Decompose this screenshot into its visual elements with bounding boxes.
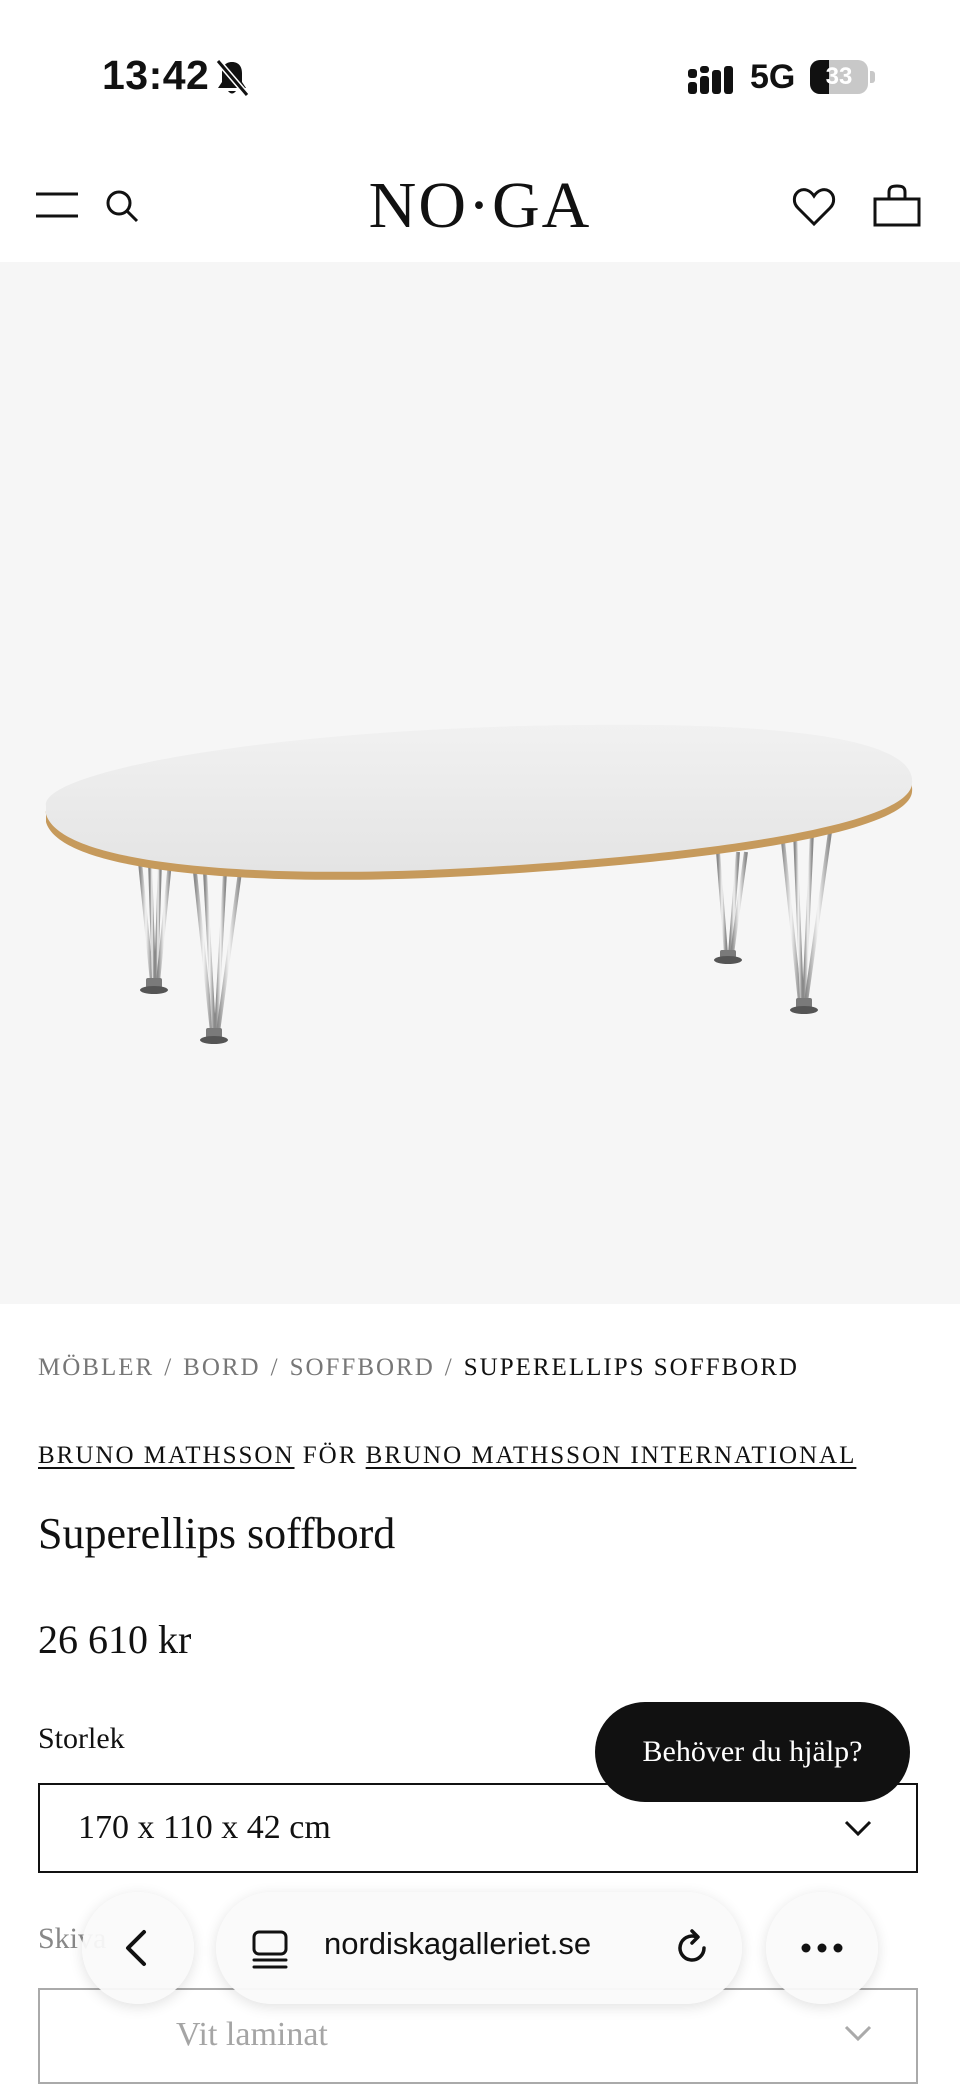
shopping-bag-icon[interactable] — [872, 184, 922, 228]
battery-icon: 33 — [810, 60, 876, 94]
signal-bars-icon — [688, 66, 733, 94]
url-text: nordiskagalleriet.se — [324, 1926, 592, 1961]
bell-slash-icon — [215, 59, 250, 97]
help-button[interactable]: Behöver du hjälp? — [595, 1702, 910, 1802]
breadcrumb-separator: / — [444, 1354, 454, 1381]
more-icon — [801, 1943, 843, 1953]
size-value: 170 x 110 x 42 cm — [78, 1809, 331, 1846]
breadcrumb-item-mobler[interactable]: MÖBLER — [38, 1354, 154, 1381]
heart-icon[interactable] — [792, 186, 836, 228]
brand-connector: FÖR — [302, 1442, 358, 1469]
finish-value: Vit laminat — [176, 2016, 328, 2053]
back-icon — [126, 1930, 146, 1966]
status-bar: 13:42 5G 33 — [0, 0, 960, 150]
battery-percent: 33 — [825, 63, 853, 90]
manufacturer-link[interactable]: BRUNO MATHSSON INTERNATIONAL — [366, 1442, 857, 1469]
network-type: 5G — [750, 58, 796, 96]
designer-link[interactable]: BRUNO MATHSSON — [38, 1442, 295, 1469]
chevron-down-icon — [844, 2025, 872, 2042]
coffee-table-image — [45, 724, 913, 1044]
size-label: Storlek — [38, 1722, 125, 1755]
product-image[interactable] — [0, 262, 960, 1304]
product-title: Superellips soffbord — [38, 1509, 396, 1558]
reload-icon[interactable] — [672, 1928, 712, 1968]
brand-line: BRUNO MATHSSON FÖR BRUNO MATHSSON INTERN… — [38, 1442, 922, 1470]
product-price: 26 610 kr — [38, 1617, 192, 1662]
breadcrumb-current: SUPERELLIPS SOFFBORD — [463, 1354, 799, 1381]
breadcrumb-item-soffbord[interactable]: SOFFBORD — [290, 1354, 435, 1381]
breadcrumb-separator: / — [270, 1354, 280, 1381]
more-button[interactable] — [766, 1892, 878, 2004]
breadcrumb-item-bord[interactable]: BORD — [183, 1354, 260, 1381]
back-button[interactable] — [82, 1892, 194, 2004]
chevron-down-icon — [844, 1820, 872, 1837]
breadcrumb-separator: / — [164, 1354, 174, 1381]
tabs-icon[interactable] — [250, 1928, 290, 1970]
address-bar[interactable]: nordiskagalleriet.se — [216, 1892, 742, 2004]
site-header: NO·GA — [0, 150, 960, 262]
status-time: 13:42 — [102, 52, 210, 98]
breadcrumb: MÖBLER / BORD / SOFFBORD / SUPERELLIPS SOFFBOR… — [38, 1354, 799, 1382]
